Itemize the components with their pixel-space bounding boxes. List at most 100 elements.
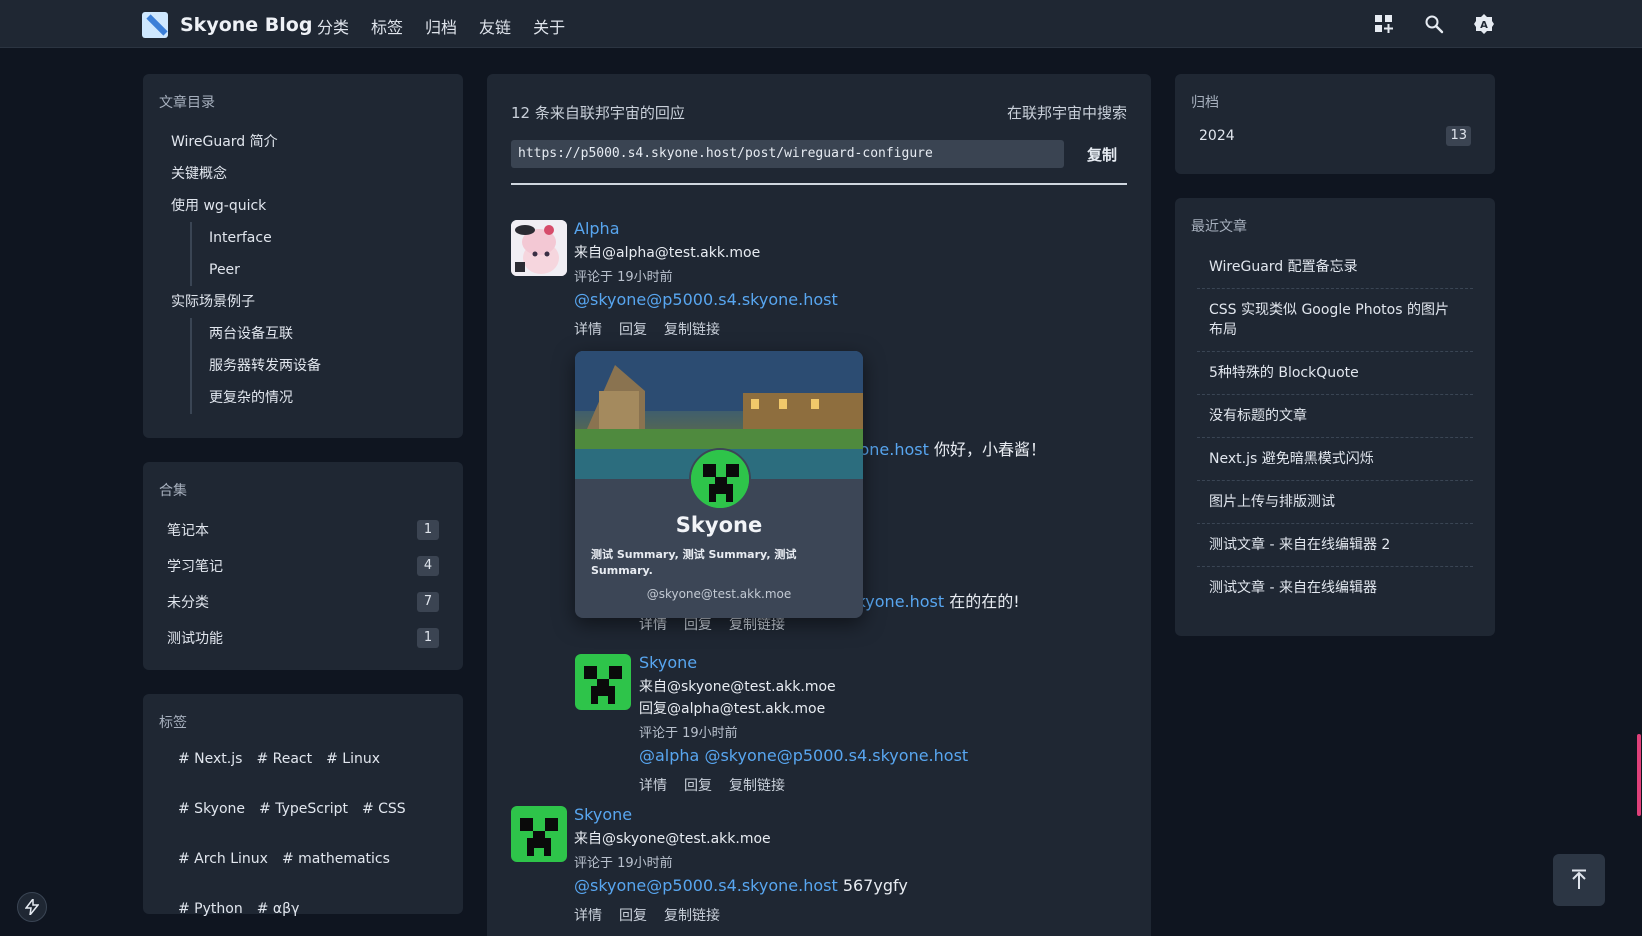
collection-item[interactable]: 未分类 7 xyxy=(159,584,447,620)
tag-cloud: # Next.js # React # Linux # Skyone # Typ… xyxy=(159,748,429,920)
recent-post-link[interactable]: 测试文章 - 来自在线编辑器 xyxy=(1197,567,1473,609)
details-button[interactable]: 详情 xyxy=(574,319,602,339)
toc-subitem[interactable]: Interface xyxy=(192,222,447,254)
brand-name: Skyone Blog xyxy=(180,14,313,36)
recent-post-link[interactable]: 5种特殊的 BlockQuote xyxy=(1197,352,1473,395)
toc-sublist: Interface Peer xyxy=(190,222,447,286)
tag-link[interactable]: # Next.js xyxy=(173,748,247,770)
collections-title: 合集 xyxy=(159,483,187,499)
copy-button[interactable]: 复制 xyxy=(1087,144,1117,165)
copy-link-button[interactable]: 复制链接 xyxy=(664,905,720,925)
tag-link[interactable]: # Python xyxy=(173,898,248,920)
collections-list: 笔记本 1 学习笔记 4 未分类 7 测试功能 1 xyxy=(159,512,447,656)
top-navbar: Skyone Blog 分类 标签 归档 友链 关于 A xyxy=(0,0,1642,48)
arrow-up-icon xyxy=(1572,869,1586,889)
copy-link-button[interactable]: 复制链接 xyxy=(664,319,720,339)
profile-hover-card[interactable]: Skyone 测试 Summary, 测试 Summary, 测试 Summar… xyxy=(575,351,863,618)
fediverse-header: 12 条来自联邦宇宙的回应 在联邦宇宙中搜索 xyxy=(511,102,1127,123)
collection-item[interactable]: 学习笔记 4 xyxy=(159,548,447,584)
lightning-icon[interactable] xyxy=(17,892,47,922)
avatar[interactable] xyxy=(575,654,631,710)
brand-logo-icon xyxy=(142,12,168,38)
toc-subitem[interactable]: 两台设备互联 xyxy=(192,318,447,350)
url-row: https://p5000.s4.skyone.host/post/wiregu… xyxy=(511,140,1127,168)
post-url-field[interactable]: https://p5000.s4.skyone.host/post/wiregu… xyxy=(511,140,1064,168)
collection-name: 测试功能 xyxy=(167,631,223,647)
mention-link[interactable]: @alpha @skyone@p5000.s4.skyone.host xyxy=(639,746,968,765)
tag-link[interactable]: # Skyone xyxy=(173,798,250,820)
nav-item-categories[interactable]: 分类 xyxy=(317,14,349,38)
creeper-icon xyxy=(575,654,631,710)
tag-link[interactable]: # αβγ xyxy=(252,898,305,920)
mention-link[interactable]: @skyone@p5000.s4.skyone.host xyxy=(574,876,838,895)
archive-card: 归档 2024 13 xyxy=(1175,74,1495,174)
nav-item-about[interactable]: 关于 xyxy=(533,14,565,38)
nav-item-archive[interactable]: 归档 xyxy=(425,14,457,38)
reply-button[interactable]: 回复 xyxy=(619,319,647,339)
svg-text:A: A xyxy=(1480,20,1488,31)
comment-source: 来自@alpha@test.akk.moe xyxy=(574,245,761,261)
nav-item-friends[interactable]: 友链 xyxy=(479,14,511,38)
recent-title: 最近文章 xyxy=(1191,219,1247,235)
tags-card: 标签 # Next.js # React # Linux # Skyone # … xyxy=(143,694,463,917)
comment-author[interactable]: Skyone xyxy=(574,805,1094,824)
theme-icon[interactable]: A xyxy=(1472,12,1496,36)
tag-link[interactable]: # mathematics xyxy=(277,848,395,870)
mention-link[interactable]: @skyone@p5000.s4.skyone.host xyxy=(574,290,838,309)
toc-subitem[interactable]: 服务器转发两设备 xyxy=(192,350,447,382)
nav-item-tags[interactable]: 标签 xyxy=(371,14,403,38)
reply-button[interactable]: 回复 xyxy=(619,905,647,925)
fediverse-search-link[interactable]: 在联邦宇宙中搜索 xyxy=(1007,102,1127,123)
tag-link[interactable]: # Linux xyxy=(321,748,385,770)
grid-plus-icon[interactable] xyxy=(1372,12,1396,36)
recent-post-link[interactable]: WireGuard 配置备忘录 xyxy=(1197,246,1473,289)
count-badge: 13 xyxy=(1446,126,1471,146)
toc-card: 文章目录 WireGuard 简介 关键概念 使用 wg-quick Inter… xyxy=(143,74,463,438)
recent-post-link[interactable]: 没有标题的文章 xyxy=(1197,395,1473,438)
archive-year-item[interactable]: 2024 13 xyxy=(1191,126,1479,146)
tag-link[interactable]: # TypeScript xyxy=(254,798,353,820)
toc-subitem[interactable]: 更复杂的情况 xyxy=(192,382,447,414)
comment-body: Skyone 来自@skyone@test.akk.moe 回复@alpha@t… xyxy=(639,653,1099,795)
recent-post-link[interactable]: 测试文章 - 来自在线编辑器 2 xyxy=(1197,524,1473,567)
collection-item[interactable]: 测试功能 1 xyxy=(159,620,447,656)
tags-title: 标签 xyxy=(159,715,187,731)
brand-link[interactable]: Skyone Blog xyxy=(142,12,312,38)
tag-link[interactable]: # Arch Linux xyxy=(173,848,273,870)
collections-card: 合集 笔记本 1 学习笔记 4 未分类 7 测试功能 1 xyxy=(143,462,463,670)
avatar[interactable] xyxy=(511,220,567,276)
comment-text: skyone.host 你好，小春酱！ xyxy=(833,436,1046,460)
tag-link[interactable]: # React xyxy=(251,748,317,770)
comment-message: 你好，小春酱！ xyxy=(928,440,1046,459)
avatar[interactable] xyxy=(511,806,567,862)
profile-handle: @skyone@test.akk.moe xyxy=(646,587,792,601)
header-actions: A xyxy=(1372,12,1496,36)
profile-avatar xyxy=(689,448,751,510)
toc-item[interactable]: 关键概念 xyxy=(159,158,447,190)
toc-item[interactable]: 实际场景例子 xyxy=(159,286,447,318)
details-button[interactable]: 详情 xyxy=(574,905,602,925)
reply-button[interactable]: 回复 xyxy=(684,775,712,795)
count-badge: 1 xyxy=(417,520,439,540)
creeper-icon xyxy=(511,806,567,862)
collection-item[interactable]: 笔记本 1 xyxy=(159,512,447,548)
toc-item[interactable]: 使用 wg-quick xyxy=(159,190,447,222)
search-icon[interactable] xyxy=(1422,12,1446,36)
count-badge: 1 xyxy=(417,628,439,648)
comment-author[interactable]: Alpha xyxy=(574,219,1094,238)
toc-item[interactable]: WireGuard 简介 xyxy=(159,126,447,158)
back-to-top-button[interactable] xyxy=(1553,854,1605,906)
comment-text: @alpha @skyone@p5000.s4.skyone.host xyxy=(639,746,1099,765)
details-button[interactable]: 详情 xyxy=(639,775,667,795)
copy-link-button[interactable]: 复制链接 xyxy=(729,775,785,795)
comment-source: 来自@skyone@test.akk.moe xyxy=(639,679,836,695)
response-count: 12 条来自联邦宇宙的回应 xyxy=(511,104,685,122)
toc-subitem[interactable]: Peer xyxy=(192,254,447,286)
tag-link[interactable]: # CSS xyxy=(357,798,411,820)
comment-author[interactable]: Skyone xyxy=(639,653,1099,672)
comment-actions: 详情 回复 复制链接 xyxy=(574,905,1094,925)
recent-post-link[interactable]: Next.js 避免暗黑模式闪烁 xyxy=(1197,438,1473,481)
collection-name: 未分类 xyxy=(167,595,209,611)
recent-post-link[interactable]: CSS 实现类似 Google Photos 的图片布局 xyxy=(1197,289,1473,352)
recent-post-link[interactable]: 图片上传与排版测试 xyxy=(1197,481,1473,524)
